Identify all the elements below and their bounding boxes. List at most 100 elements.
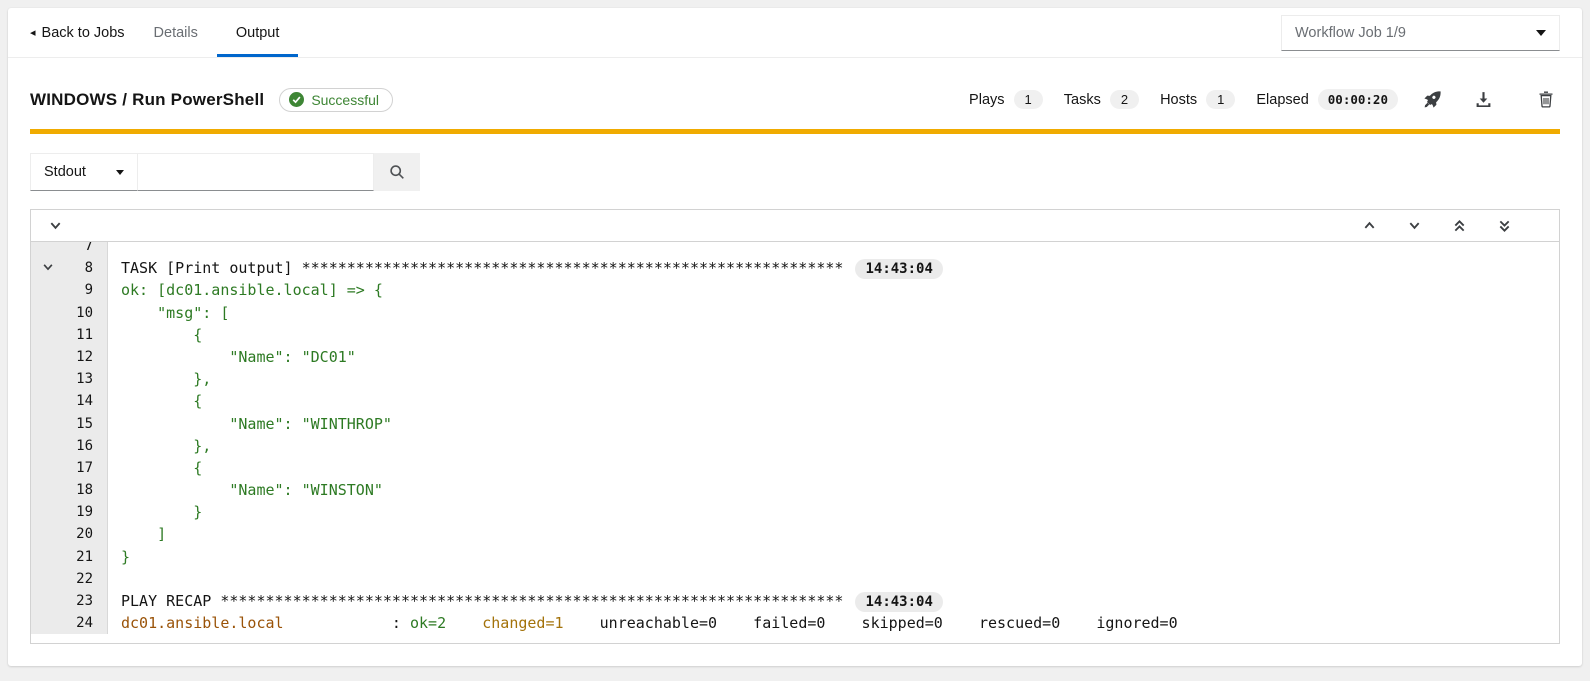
- line-content: },: [108, 435, 1559, 457]
- code-line: 22: [31, 568, 1559, 590]
- chevron-down-icon: [116, 170, 124, 175]
- stat-tasks-count: 2: [1110, 90, 1139, 109]
- code-segment: {: [121, 459, 202, 477]
- code-line: 16 },: [31, 435, 1559, 457]
- line-number: 11: [76, 327, 93, 343]
- output-toolbar: [31, 210, 1559, 242]
- back-to-jobs-link[interactable]: ◂ Back to Jobs: [30, 8, 135, 57]
- code-line: 20 ]: [31, 523, 1559, 545]
- output-search-row: Stdout: [30, 153, 1560, 191]
- double-chevron-down-icon: [1498, 219, 1511, 233]
- line-content: ]: [108, 523, 1559, 545]
- check-circle-icon: [289, 92, 304, 107]
- code-line: 9 ok: [dc01.ansible.local] => {: [31, 279, 1559, 301]
- stat-elapsed-label: Elapsed: [1256, 92, 1308, 108]
- line-number-gutter: 8: [31, 257, 108, 279]
- line-content: PLAY RECAP *****************************…: [108, 590, 1559, 612]
- line-number: 19: [76, 504, 93, 520]
- tab-bar: ◂ Back to Jobs Details Output Workflow J…: [8, 8, 1582, 58]
- workflow-job-select[interactable]: Workflow Job 1/9: [1281, 15, 1560, 51]
- line-content: }: [108, 546, 1559, 568]
- chevron-down-icon: [49, 219, 62, 232]
- workflow-job-select-value: Workflow Job 1/9: [1295, 25, 1406, 41]
- code-line: 23 PLAY RECAP ***************************…: [31, 590, 1559, 612]
- search-button[interactable]: [374, 153, 420, 191]
- delete-job-button[interactable]: [1532, 85, 1560, 114]
- line-number-gutter: 18: [31, 479, 108, 501]
- tab-output-label: Output: [236, 25, 280, 41]
- code-line: 12 "Name": "DC01": [31, 346, 1559, 368]
- code-segment: unreachable=0 failed=0 skipped=0 rescued…: [564, 614, 1178, 632]
- code-segment: },: [121, 437, 211, 455]
- line-number-gutter: 10: [31, 302, 108, 324]
- stat-hosts-count: 1: [1206, 90, 1235, 109]
- stat-plays-count: 1: [1014, 90, 1043, 109]
- chevron-up-icon: [1363, 219, 1376, 232]
- line-number-gutter: 12: [31, 346, 108, 368]
- code-segment: ok: [dc01.ansible.local] => {: [121, 281, 383, 299]
- tab-output[interactable]: Output: [217, 8, 299, 57]
- job-progress-bar: [30, 129, 1560, 134]
- line-number: 16: [76, 438, 93, 454]
- code-segment: "Name": "DC01": [121, 348, 356, 366]
- line-number: 7: [85, 242, 93, 254]
- line-content: {: [108, 457, 1559, 479]
- line-number: 14: [76, 393, 93, 409]
- code-line: 7: [31, 242, 1559, 257]
- code-segment: "msg": [: [121, 304, 229, 322]
- line-number: 8: [85, 260, 93, 276]
- job-output-page: ◂ Back to Jobs Details Output Workflow J…: [8, 8, 1582, 666]
- line-number-gutter: 14: [31, 390, 108, 412]
- line-number-gutter: 21: [31, 546, 108, 568]
- line-number: 23: [76, 593, 93, 609]
- trash-icon: [1538, 91, 1554, 108]
- line-content: dc01.ansible.local : ok=2 changed=1 unre…: [108, 612, 1559, 634]
- scroll-previous-button[interactable]: [1355, 215, 1384, 236]
- job-stats: Plays 1 Tasks 2 Hosts 1 Elapsed 00:00:20: [969, 89, 1398, 110]
- status-badge: Successful: [279, 88, 393, 112]
- stdout-viewport[interactable]: 7 8 TASK [Print output] ******************…: [31, 242, 1559, 643]
- scroll-first-button[interactable]: [1445, 215, 1474, 237]
- status-badge-label: Successful: [311, 92, 379, 108]
- code-segment: "Name": "WINTHROP": [121, 415, 392, 433]
- chevron-down-icon: [1536, 30, 1546, 36]
- line-content: },: [108, 368, 1559, 390]
- tab-details[interactable]: Details: [135, 8, 217, 57]
- code-line: 14 {: [31, 390, 1559, 412]
- download-output-button[interactable]: [1469, 85, 1498, 114]
- search-input[interactable]: [138, 153, 374, 191]
- line-content: "Name": "DC01": [108, 346, 1559, 368]
- output-pane: 7 8 TASK [Print output] ******************…: [30, 209, 1560, 644]
- stdout-filter-select[interactable]: Stdout: [30, 153, 138, 191]
- scroll-last-button[interactable]: [1490, 215, 1519, 237]
- line-content: }: [108, 501, 1559, 523]
- code-segment: dc01.ansible.local: [121, 614, 284, 632]
- line-content: "Name": "WINTHROP": [108, 413, 1559, 435]
- search-icon: [389, 164, 405, 180]
- code-segment: :: [284, 614, 410, 632]
- stat-tasks: Tasks 2: [1064, 90, 1139, 109]
- back-to-jobs-label: Back to Jobs: [42, 25, 125, 41]
- collapse-task-toggle[interactable]: [42, 258, 54, 280]
- code-segment: PLAY RECAP *****************************…: [121, 592, 843, 610]
- code-segment: },: [121, 370, 211, 388]
- line-number: 12: [76, 349, 93, 365]
- rocket-icon: [1424, 91, 1441, 108]
- job-actions: [1418, 85, 1560, 114]
- line-content: [108, 568, 1559, 590]
- scroll-nav: [1355, 215, 1547, 237]
- line-content: TASK [Print output] ********************…: [108, 257, 1559, 279]
- relaunch-button[interactable]: [1418, 85, 1447, 114]
- back-caret-icon: ◂: [30, 26, 36, 39]
- line-number-gutter: 16: [31, 435, 108, 457]
- scroll-next-button[interactable]: [1400, 215, 1429, 236]
- stat-plays: Plays 1: [969, 90, 1043, 109]
- line-content: "Name": "WINSTON": [108, 479, 1559, 501]
- stdout-filter-value: Stdout: [44, 164, 86, 180]
- line-number: 17: [76, 460, 93, 476]
- collapse-all-button[interactable]: [41, 215, 70, 236]
- line-content: [108, 242, 1559, 257]
- line-number: 9: [85, 282, 93, 298]
- line-number-gutter: 22: [31, 568, 108, 590]
- chevron-down-icon: [42, 261, 54, 273]
